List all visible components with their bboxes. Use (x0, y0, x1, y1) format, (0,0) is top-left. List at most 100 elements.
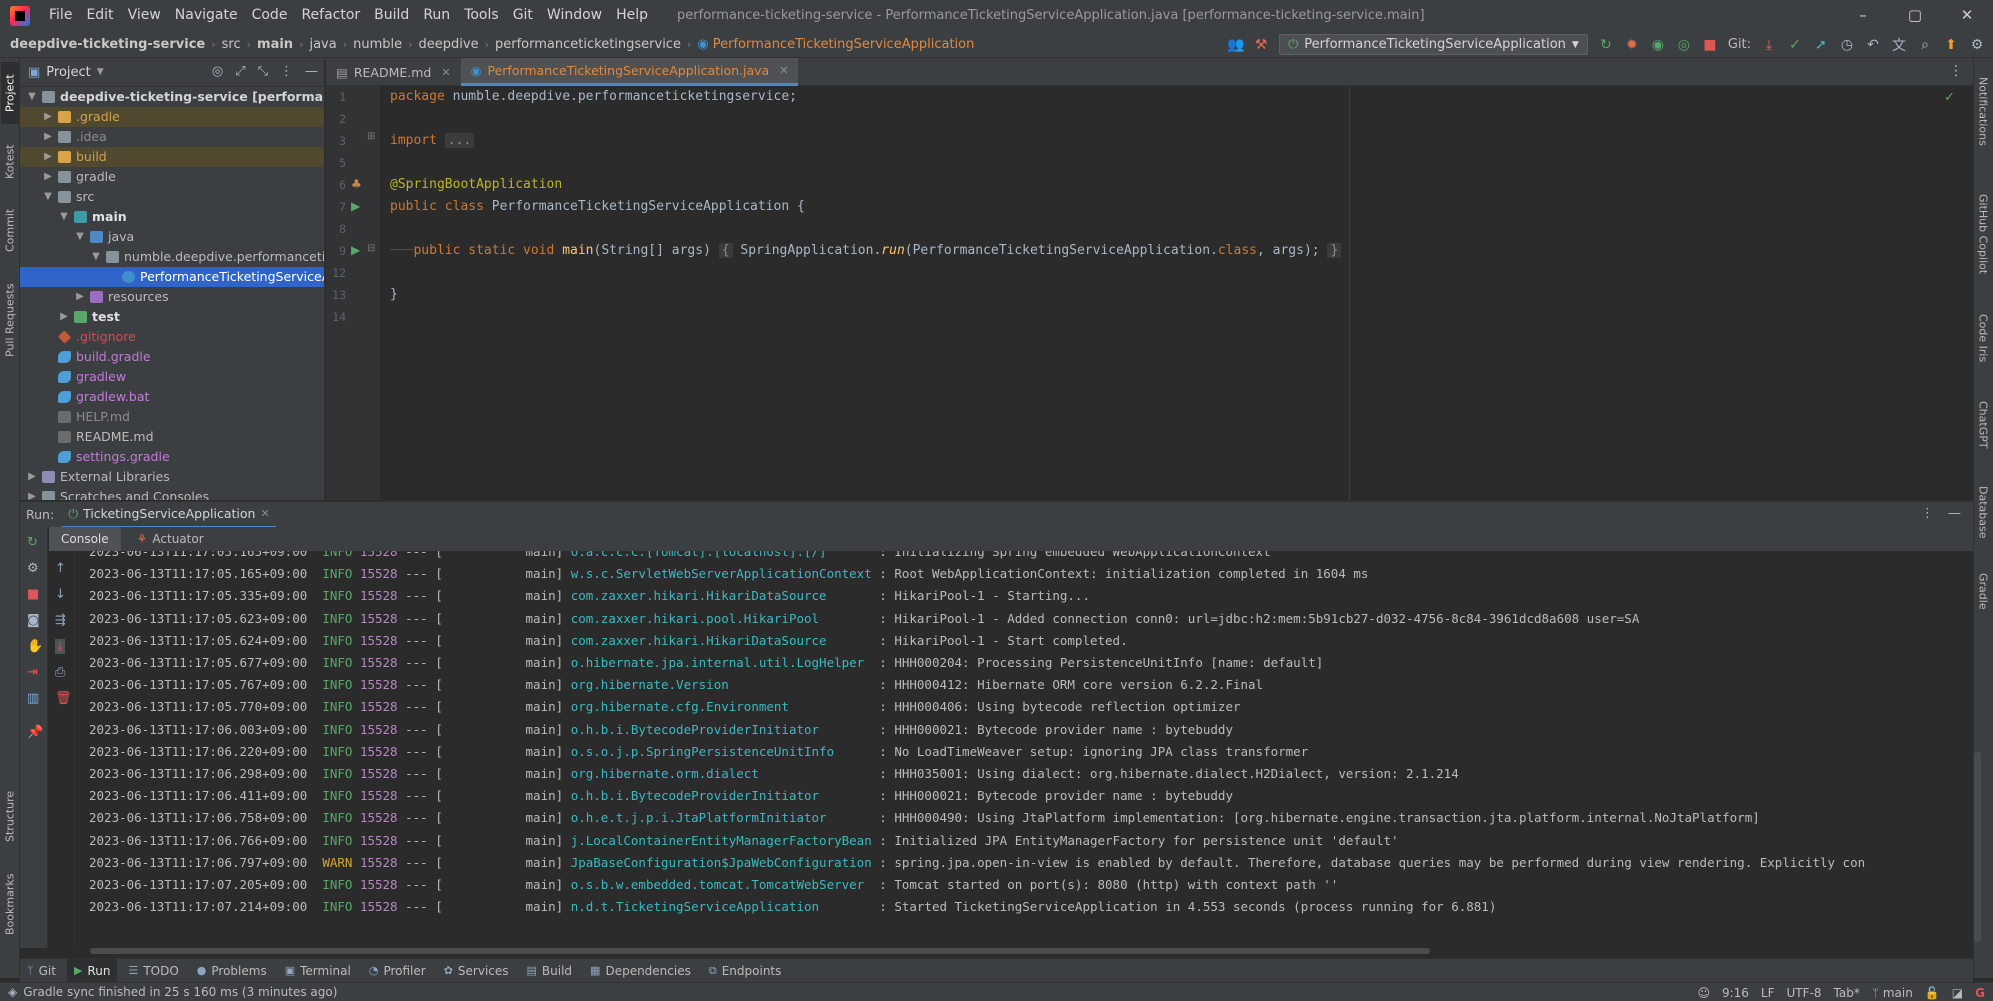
maximize-button[interactable]: ▢ (1889, 0, 1941, 31)
console-output[interactable]: 2023-06-13T11:17:05.165+09:00 INFO 15528… (76, 551, 1973, 948)
breadcrumb-item[interactable]: numble (353, 37, 402, 52)
settings-icon[interactable]: ⚙ (27, 561, 39, 576)
tree-item[interactable]: ▶ External Libraries (20, 467, 324, 487)
chevron-down-icon[interactable]: ▼ (90, 247, 102, 267)
tree-item[interactable]: PerformanceTicketingServiceApplication (20, 267, 324, 287)
pin-icon[interactable]: 📌 (27, 725, 43, 740)
chevron-right-icon[interactable]: ▶ (58, 307, 70, 327)
layout-icon[interactable]: ▥ (27, 691, 39, 706)
hide-panel-icon[interactable]: — (1948, 506, 1961, 521)
tree-item[interactable]: ▶ build (20, 147, 324, 167)
tool-tab-bookmarks[interactable]: Bookmarks (1, 862, 19, 946)
stop-icon[interactable]: ■ (1702, 37, 1718, 53)
tree-item[interactable]: ▼ java (20, 227, 324, 247)
soft-wrap-icon[interactable]: ⇶ (55, 613, 66, 628)
spring-bean-icon[interactable]: ♣ (351, 177, 362, 191)
scroll-down-icon[interactable]: ↓ (55, 587, 66, 602)
menu-git[interactable]: Git (506, 0, 540, 31)
tree-item[interactable]: .gitignore (20, 327, 324, 347)
breadcrumb-item[interactable]: PerformanceTicketingServiceApplication (713, 37, 975, 52)
breadcrumb-item[interactable]: src (222, 37, 241, 52)
chevron-right-icon[interactable]: ▶ (42, 127, 54, 147)
rollback-icon[interactable]: ↶ (1865, 37, 1881, 53)
minimize-button[interactable]: – (1837, 0, 1889, 31)
run-gutter-icon[interactable]: ▶ (351, 199, 360, 213)
tree-item[interactable]: build.gradle (20, 347, 324, 367)
menu-help[interactable]: Help (609, 0, 655, 31)
debug-icon[interactable]: ✹ (1624, 37, 1640, 53)
google-icon[interactable]: G (1975, 986, 1985, 1000)
tool-tab-notifications[interactable]: Notifications (1974, 64, 1992, 158)
copilot-status-icon[interactable]: ☺ (1697, 986, 1710, 1000)
console-horizontal-scrollbar[interactable] (90, 948, 1430, 954)
tool-tab-pull-requests[interactable]: Pull Requests (1, 270, 19, 370)
chevron-down-icon[interactable]: ▼ (97, 67, 104, 77)
tree-item[interactable]: ▼ src (20, 187, 324, 207)
tool-tab-gradle[interactable]: Gradle (1974, 558, 1992, 624)
console-vertical-scrollbar[interactable] (1974, 752, 1981, 942)
menu-run[interactable]: Run (416, 0, 457, 31)
tree-item[interactable]: ▶ Scratches and Consoles (20, 487, 324, 500)
file-encoding[interactable]: UTF-8 (1787, 986, 1822, 1000)
editor-tab-application[interactable]: ◉ PerformanceTicketingServiceApplication… (460, 58, 799, 86)
exit-icon[interactable]: ⇥ (27, 665, 38, 680)
breadcrumb-item[interactable]: main (257, 37, 293, 52)
tree-item[interactable]: ▼ deepdive-ticketing-service [performance… (20, 87, 324, 107)
profile-icon[interactable]: ◎ (1676, 37, 1692, 53)
run-configuration-select[interactable]: ⏻ PerformanceTicketingServiceApplication… (1278, 34, 1588, 55)
tool-tab-code-iris[interactable]: Code Iris (1974, 298, 1992, 378)
camera-icon[interactable]: ◙ (27, 613, 40, 628)
close-tab-icon[interactable]: ✕ (779, 64, 788, 77)
run-gutter-icon[interactable]: ▶ (351, 243, 360, 257)
indent-setting[interactable]: Tab* (1834, 986, 1860, 1000)
menu-code[interactable]: Code (245, 0, 295, 31)
chevron-right-icon[interactable]: ▶ (26, 487, 38, 500)
chevron-down-icon[interactable]: ▼ (74, 227, 86, 247)
history-icon[interactable]: ◷ (1839, 37, 1855, 53)
bottom-tool-services[interactable]: ✿ Services (437, 959, 516, 983)
tree-item[interactable]: ▶ test (20, 307, 324, 327)
memory-icon[interactable]: ◪ (1952, 986, 1963, 1000)
menu-refactor[interactable]: Refactor (294, 0, 367, 31)
caret-position[interactable]: 9:16 (1722, 986, 1749, 1000)
chevron-right-icon[interactable]: ▶ (42, 147, 54, 167)
breadcrumb-item[interactable]: performanceticketingservice (495, 37, 681, 52)
bottom-tool-run[interactable]: ▶ Run (66, 958, 118, 983)
menu-file[interactable]: File (42, 0, 79, 31)
bottom-tool-git[interactable]: ᛘ Git (20, 959, 63, 983)
chevron-down-icon[interactable]: ▼ (42, 187, 54, 207)
folded-brace[interactable]: { (718, 243, 733, 258)
run-tab[interactable]: ⏻ TicketingServiceApplication ✕ (62, 502, 276, 528)
tree-item[interactable]: gradlew.bat (20, 387, 324, 407)
rerun-icon[interactable]: ↻ (27, 535, 38, 550)
tool-tab-chatgpt[interactable]: ChatGPT (1974, 388, 1992, 462)
bottom-tool-terminal[interactable]: ▣ Terminal (278, 959, 358, 983)
tree-item[interactable]: README.md (20, 427, 324, 447)
tree-item[interactable]: ▶ .idea (20, 127, 324, 147)
chevron-down-icon[interactable]: ▼ (26, 87, 38, 107)
menu-window[interactable]: Window (540, 0, 609, 31)
chevron-right-icon[interactable]: ▶ (42, 107, 54, 127)
translate-icon[interactable]: 文 (1891, 35, 1907, 55)
tree-item[interactable]: ▶ gradle (20, 167, 324, 187)
more-options-icon[interactable]: ⋮ (1921, 506, 1934, 521)
more-options-icon[interactable]: ⋮ (280, 64, 293, 79)
project-view-select[interactable]: Project (46, 65, 90, 80)
updates-icon[interactable]: ⬆ (1943, 37, 1959, 53)
tree-item[interactable]: ▶ resources (20, 287, 324, 307)
menu-build[interactable]: Build (367, 0, 416, 31)
expand-all-icon[interactable]: ⤢ (235, 64, 245, 79)
menu-navigate[interactable]: Navigate (168, 0, 245, 31)
fold-icon[interactable]: ⊞ (367, 131, 375, 142)
editor-tab-readme[interactable]: ▤ README.md ✕ (326, 58, 461, 86)
git-update-icon[interactable]: ⤓ (1761, 37, 1777, 53)
user-icon[interactable]: 👥 (1227, 37, 1244, 53)
bottom-tool-todo[interactable]: ☰ TODO (121, 959, 185, 983)
hide-panel-icon[interactable]: — (305, 64, 318, 79)
subtab-actuator[interactable]: ⚘ Actuator (125, 527, 216, 551)
menu-view[interactable]: View (121, 0, 168, 31)
git-commit-icon[interactable]: ✓ (1787, 37, 1803, 53)
code-editor[interactable]: 1 2 3 5 6 7 8 9 12 13 14 ♣ ▶ ▶ ⊞ ⊟ packa… (326, 86, 1973, 500)
rerun-icon[interactable]: ↻ (1598, 37, 1614, 53)
close-tab-icon[interactable]: ✕ (441, 66, 450, 79)
